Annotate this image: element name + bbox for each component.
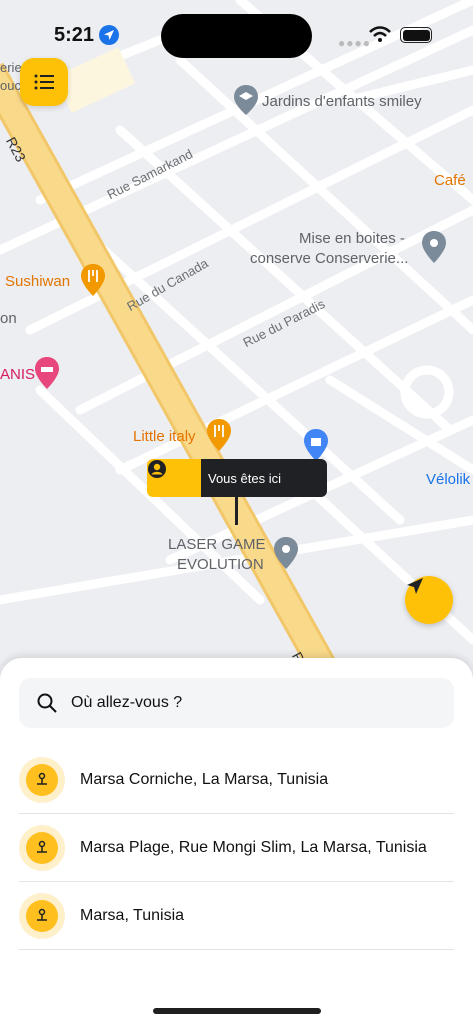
search-placeholder: Où allez-vous ? [71,694,183,711]
status-bar: 5:21 ●●●● [0,0,473,70]
poi-anis[interactable]: ANIS [0,366,35,383]
poi-mise-line1[interactable]: Mise en boites - [299,230,405,247]
suggestion-item[interactable]: Marsa, Tunisia [19,882,454,950]
restaurant-pin-icon [81,264,105,296]
suggestion-item[interactable]: Marsa Corniche, La Marsa, Tunisia [19,746,454,814]
locate-me-button[interactable] [405,576,453,624]
suggestion-label: Marsa Corniche, La Marsa, Tunisia [80,770,329,788]
list-menu-icon [34,74,54,90]
poi-cafe[interactable]: Café [434,172,466,189]
school-pin-icon [234,85,258,115]
suggestion-item[interactable]: Marsa Plage, Rue Mongi Slim, La Marsa, T… [19,814,454,882]
poi-mise-line2[interactable]: conserve Conserverie... [250,250,408,267]
suggestion-label: Marsa, Tunisia [80,906,185,924]
status-time: 5:21 [54,24,95,46]
wifi-icon [369,26,391,42]
location-pin-icon [19,756,65,803]
location-pin-icon [19,892,65,939]
search-icon [37,693,57,713]
suggestion-label: Marsa Plage, Rue Mongi Slim, La Marsa, T… [80,838,427,856]
poi-little-italy[interactable]: Little italy [133,428,196,445]
location-pin-icon [19,824,65,871]
destination-search-input[interactable]: Où allez-vous ? [19,678,454,728]
user-icon [147,459,201,497]
map-view[interactable]: Jardins d'enfants smiley Café Mise en bo… [0,0,473,680]
place-pin-icon [422,231,446,263]
place-pin-icon-2 [274,537,298,569]
signal-icon: ●●●● [338,36,371,50]
hotel-pin-icon [35,357,59,389]
poi-sushiwan[interactable]: Sushiwan [5,273,70,290]
shopping-pin-icon [304,429,328,461]
battery-icon [400,27,432,43]
poi-on: on [0,310,17,327]
dynamic-island [161,14,312,58]
poi-velolik[interactable]: Vélolik [426,471,470,488]
navigation-arrow-icon [407,578,423,594]
home-indicator[interactable] [153,1008,321,1014]
poi-jardins[interactable]: Jardins d'enfants smiley [262,93,422,110]
you-are-here-marker[interactable]: Vous êtes ici [147,459,327,497]
location-services-icon [99,25,119,45]
you-are-here-label: Vous êtes ici [201,459,327,497]
menu-button[interactable] [20,58,68,106]
bottom-sheet: Où allez-vous ? Marsa Corniche, La Marsa… [0,658,473,1024]
poi-laser-line1[interactable]: LASER GAME [168,536,266,553]
restaurant-pin-icon-2 [207,419,231,451]
poi-laser-line2[interactable]: EVOLUTION [177,556,264,573]
you-are-here-stem [235,497,238,525]
poi-duc: ouc [0,78,21,93]
